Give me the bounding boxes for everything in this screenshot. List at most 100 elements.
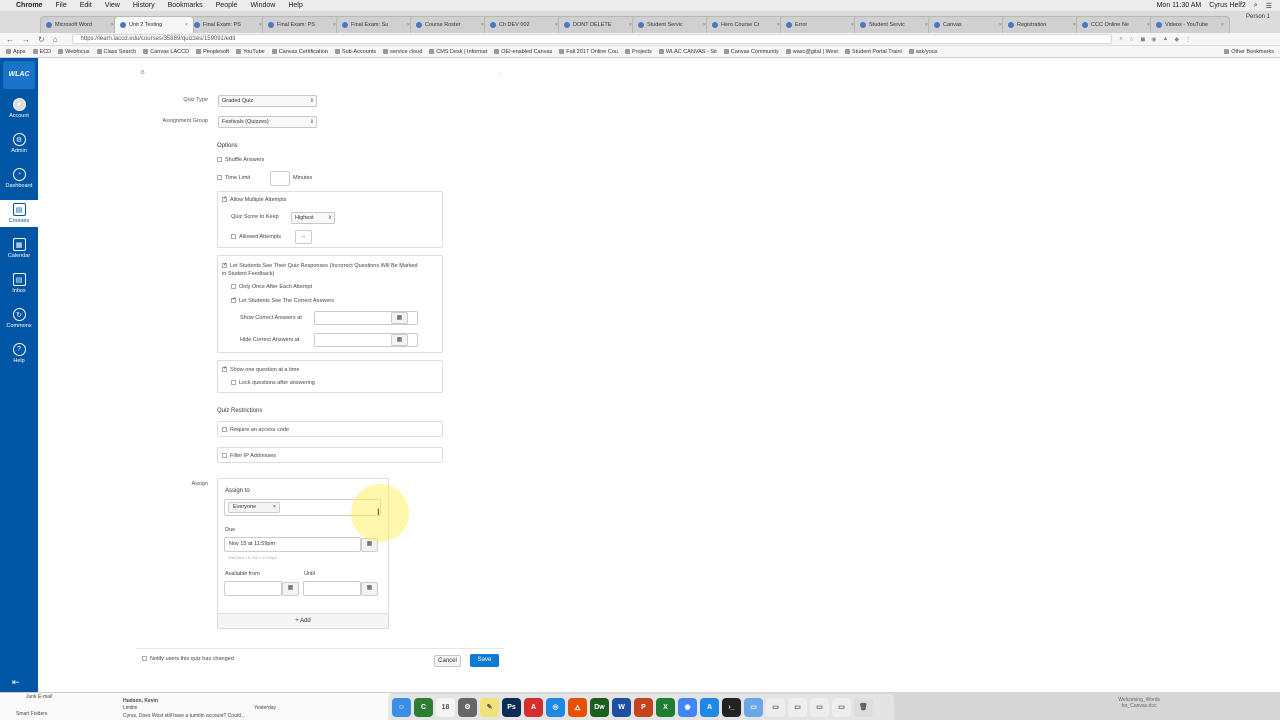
browser-tab[interactable]: Canvas × — [928, 16, 1008, 33]
browser-tab[interactable]: Hero Course Cr × — [706, 16, 786, 33]
extension-icon[interactable]: ◆ — [1175, 36, 1180, 43]
bookmark-item[interactable]: Webfocus — [58, 49, 89, 55]
assignment-group-select[interactable]: Festivals (Quizzes) — [218, 116, 317, 128]
quiz-type-select[interactable]: Graded Quiz — [218, 95, 317, 107]
bookmark-item[interactable]: ECD — [33, 49, 52, 55]
browser-tab[interactable]: Student Servic × — [854, 16, 934, 33]
mail-folder-smart[interactable]: Smart Folders — [16, 711, 47, 717]
dock-firefox-icon[interactable]: 🜂 — [568, 697, 587, 717]
dock-photoshop-icon[interactable]: Ps — [502, 697, 521, 717]
browser-tab[interactable]: Final Exam: Su × — [336, 16, 416, 33]
add-assignment-button[interactable]: + Add — [217, 613, 389, 629]
bookmark-item[interactable]: service cloud — [383, 49, 422, 55]
close-tab-icon[interactable]: × — [1221, 22, 1224, 28]
shuffle-answers-row[interactable]: Shuffle Answers — [217, 157, 264, 163]
bookmark-item[interactable]: Apps — [6, 49, 26, 55]
allow-multiple-checkbox[interactable] — [222, 195, 227, 203]
only-once-checkbox[interactable] — [231, 284, 236, 290]
collapse-nav-icon[interactable]: ⇤ — [12, 677, 20, 688]
quiz-score-select[interactable]: Highest — [291, 212, 335, 224]
time-limit-input[interactable] — [270, 171, 290, 186]
allowed-attempts-row[interactable]: Allowed Attempts — [231, 234, 281, 240]
notify-row[interactable]: Notify users this quiz has changed — [142, 656, 234, 662]
nav-item-admin[interactable]: ⚙ Admin — [0, 130, 38, 157]
menubar-user[interactable]: Cyrus Helf2 — [1209, 2, 1246, 9]
bookmark-item[interactable]: WLAC CANVAS - Sit — [659, 49, 717, 55]
calendar-icon[interactable]: ▦ — [391, 334, 408, 346]
nav-item-help[interactable]: ? Help — [0, 340, 38, 367]
bookmark-item[interactable]: YouTube — [236, 49, 265, 55]
bookmark-item[interactable]: Student Portal Traini — [845, 49, 902, 55]
browser-tab[interactable]: CCC Online Ne × — [1076, 16, 1156, 33]
home-icon[interactable]: ⌂ — [53, 35, 58, 44]
let-students-see-row[interactable]: Let Students See Their Quiz Responses (I… — [222, 261, 422, 278]
menu-item-bookmarks[interactable]: Bookmarks — [168, 2, 203, 9]
time-limit-row[interactable]: Time Limit — [217, 175, 250, 181]
profile-label[interactable]: Person 1 — [1246, 14, 1270, 20]
logo[interactable]: WLAC — [3, 61, 35, 89]
dock-excel-icon[interactable]: X — [656, 697, 675, 717]
filter-ip-checkbox[interactable] — [222, 453, 227, 459]
menu-item-file[interactable]: File — [55, 2, 66, 9]
bookmark-item[interactable]: Fall 2017 Online Cou — [559, 49, 618, 55]
save-button[interactable]: Save — [470, 654, 499, 667]
browser-tab[interactable]: Registration × — [1002, 16, 1082, 33]
bookmark-item[interactable]: wasc@gital | West — [786, 49, 838, 55]
dock-doc-icon[interactable]: ▭ — [766, 697, 785, 717]
back-icon[interactable]: ← — [6, 35, 14, 44]
nav-item-account[interactable]: ● Account — [0, 95, 38, 122]
browser-tab[interactable]: Final Exam: PS × — [262, 16, 342, 33]
extension-icon[interactable]: ◉ — [1151, 36, 1156, 43]
mail-sender[interactable]: Hudson, Kevin — [123, 698, 158, 704]
menubar-clock[interactable]: Mon 11:30 AM — [1157, 2, 1202, 9]
bookmark-item[interactable]: OEI-enabled Canvas — [494, 49, 552, 55]
dock-safari-icon[interactable]: ◎ — [546, 697, 565, 717]
remove-tag-icon[interactable]: × — [273, 503, 276, 512]
calendar-icon[interactable]: ▦ — [282, 582, 299, 596]
resize-handle-icon[interactable]: ⟋ — [498, 73, 502, 80]
lock-questions-row[interactable]: Lock questions after answering — [231, 380, 315, 386]
allowed-attempts-input[interactable]: -- — [295, 230, 312, 244]
browser-tab[interactable]: Final Exam: PS × — [188, 16, 268, 33]
extension-icon[interactable]: ▲ — [1163, 36, 1169, 43]
url-field[interactable]: https://learn.laccd.edu/courses/35889/qu… — [71, 34, 1112, 44]
browser-tab[interactable]: DONT DELETE × — [558, 16, 638, 33]
dock-doc-icon[interactable]: ▭ — [810, 697, 829, 717]
menu-item-window[interactable]: Window — [250, 2, 275, 9]
browser-tab[interactable]: Microsoft Word × — [40, 16, 120, 33]
nav-item-calendar[interactable]: ▦ Calendar — [0, 235, 38, 262]
spotlight-icon[interactable]: ⌕ — [1254, 2, 1258, 10]
bookmark-other[interactable]: Other Bookmarks — [1224, 49, 1274, 55]
calendar-icon[interactable]: ▦ — [391, 312, 408, 324]
nav-item-courses[interactable]: ▤ Courses — [0, 200, 38, 227]
only-once-row[interactable]: Only Once After Each Attempt — [231, 284, 312, 290]
allow-multiple-row[interactable]: Allow Multiple Attempts — [222, 195, 287, 203]
bookmark-item[interactable]: ask/yous — [909, 49, 938, 55]
bookmark-item[interactable]: Canvas LACCD — [143, 49, 189, 55]
one-question-checkbox[interactable] — [222, 365, 227, 373]
zoom-icon[interactable]: ⌕ — [1120, 36, 1123, 43]
mail-subject[interactable]: Cyrus, Does West still have a turnitin a… — [123, 713, 245, 719]
menu-list-icon[interactable]: ☰ — [1266, 2, 1272, 10]
forward-icon[interactable]: → — [22, 35, 30, 44]
dock-dreamweaver-icon[interactable]: Dw — [590, 697, 609, 717]
bookmark-item[interactable]: Canvas Community — [724, 49, 779, 55]
filter-ip-row[interactable]: Filter IP Addresses — [222, 453, 276, 459]
bookmark-item[interactable]: Class Search — [97, 49, 137, 55]
calendar-icon[interactable]: ▦ — [361, 582, 378, 596]
menu-item-help[interactable]: Help — [288, 2, 302, 9]
dock-finder-icon[interactable]: ☺ — [392, 697, 411, 717]
dock-acrobat-icon[interactable]: A — [524, 697, 543, 717]
dock-trash-icon[interactable]: 🗑 — [854, 697, 873, 717]
dock-powerpoint-icon[interactable]: P — [634, 697, 653, 717]
nav-item-dashboard[interactable]: ◔ Dashboard — [0, 165, 38, 192]
one-question-row[interactable]: Show one question at a time — [222, 365, 299, 373]
bookmark-item[interactable]: CMS Desk | Informat — [429, 49, 487, 55]
mail-folder-junk[interactable]: Junk E-mail — [26, 694, 52, 700]
bookmark-item[interactable]: Projects — [625, 49, 652, 55]
browser-tab[interactable]: Unit 2 Testing × — [114, 16, 194, 33]
dock-camtasia-icon[interactable]: C — [414, 697, 433, 717]
dock-word-icon[interactable]: W — [612, 697, 631, 717]
dock-preferences-icon[interactable]: ⚙ — [458, 697, 477, 717]
let-students-see-checkbox[interactable] — [222, 261, 227, 269]
